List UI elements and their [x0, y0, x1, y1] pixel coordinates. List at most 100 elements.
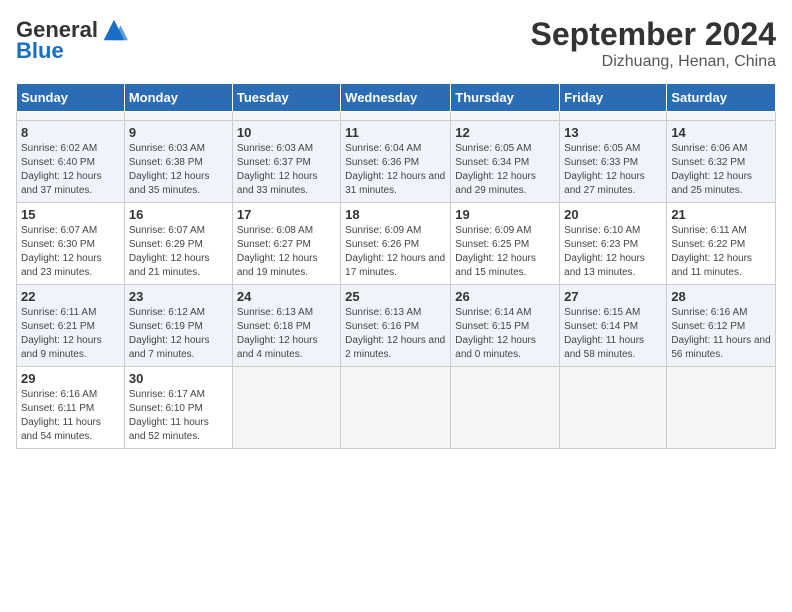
logo: General Blue — [16, 16, 128, 64]
calendar-cell: 22 Sunrise: 6:11 AM Sunset: 6:21 PM Dayl… — [17, 285, 125, 367]
cell-sunset: Sunset: 6:18 PM — [237, 321, 311, 332]
cell-daylight: Daylight: 12 hours and 21 minutes. — [129, 253, 210, 278]
cell-sunset: Sunset: 6:37 PM — [237, 157, 311, 168]
cell-daylight: Daylight: 12 hours and 19 minutes. — [237, 253, 318, 278]
calendar-cell — [451, 367, 560, 449]
calendar-cell — [560, 112, 667, 121]
day-header-friday: Friday — [560, 84, 667, 112]
cell-daylight: Daylight: 12 hours and 33 minutes. — [237, 171, 318, 196]
cell-day-number: 23 — [129, 289, 228, 304]
cell-sunset: Sunset: 6:32 PM — [671, 157, 745, 168]
cell-daylight: Daylight: 11 hours and 56 minutes. — [671, 335, 770, 360]
calendar-cell — [124, 112, 232, 121]
cell-sunrise: Sunrise: 6:04 AM — [345, 143, 421, 154]
page-subtitle: Dizhuang, Henan, China — [531, 53, 776, 71]
cell-daylight: Daylight: 12 hours and 25 minutes. — [671, 171, 752, 196]
calendar-cell: 23 Sunrise: 6:12 AM Sunset: 6:19 PM Dayl… — [124, 285, 232, 367]
calendar-cell: 25 Sunrise: 6:13 AM Sunset: 6:16 PM Dayl… — [341, 285, 451, 367]
day-header-wednesday: Wednesday — [341, 84, 451, 112]
calendar-table: SundayMondayTuesdayWednesdayThursdayFrid… — [16, 83, 776, 449]
cell-sunset: Sunset: 6:27 PM — [237, 239, 311, 250]
cell-day-number: 20 — [564, 207, 662, 222]
cell-sunrise: Sunrise: 6:17 AM — [129, 389, 205, 400]
calendar-cell — [667, 112, 776, 121]
cell-sunset: Sunset: 6:40 PM — [21, 157, 95, 168]
cell-sunrise: Sunrise: 6:16 AM — [21, 389, 97, 400]
calendar-week-row: 29 Sunrise: 6:16 AM Sunset: 6:11 PM Dayl… — [17, 367, 776, 449]
cell-sunset: Sunset: 6:12 PM — [671, 321, 745, 332]
cell-daylight: Daylight: 12 hours and 9 minutes. — [21, 335, 102, 360]
cell-daylight: Daylight: 11 hours and 58 minutes. — [564, 335, 644, 360]
cell-sunrise: Sunrise: 6:14 AM — [455, 307, 531, 318]
cell-sunset: Sunset: 6:23 PM — [564, 239, 638, 250]
cell-sunset: Sunset: 6:30 PM — [21, 239, 95, 250]
calendar-cell — [232, 367, 340, 449]
cell-day-number: 17 — [237, 207, 336, 222]
calendar-cell: 19 Sunrise: 6:09 AM Sunset: 6:25 PM Dayl… — [451, 203, 560, 285]
calendar-cell: 29 Sunrise: 6:16 AM Sunset: 6:11 PM Dayl… — [17, 367, 125, 449]
cell-sunrise: Sunrise: 6:16 AM — [671, 307, 747, 318]
calendar-week-row: 22 Sunrise: 6:11 AM Sunset: 6:21 PM Dayl… — [17, 285, 776, 367]
calendar-cell — [232, 112, 340, 121]
calendar-cell: 24 Sunrise: 6:13 AM Sunset: 6:18 PM Dayl… — [232, 285, 340, 367]
cell-sunrise: Sunrise: 6:13 AM — [345, 307, 421, 318]
calendar-week-row: 8 Sunrise: 6:02 AM Sunset: 6:40 PM Dayli… — [17, 121, 776, 203]
cell-sunset: Sunset: 6:38 PM — [129, 157, 203, 168]
cell-day-number: 25 — [345, 289, 446, 304]
calendar-cell: 21 Sunrise: 6:11 AM Sunset: 6:22 PM Dayl… — [667, 203, 776, 285]
cell-day-number: 12 — [455, 125, 555, 140]
calendar-week-row — [17, 112, 776, 121]
cell-sunrise: Sunrise: 6:09 AM — [345, 225, 421, 236]
cell-sunrise: Sunrise: 6:08 AM — [237, 225, 313, 236]
cell-day-number: 19 — [455, 207, 555, 222]
cell-sunrise: Sunrise: 6:03 AM — [129, 143, 205, 154]
cell-sunset: Sunset: 6:22 PM — [671, 239, 745, 250]
calendar-cell — [341, 367, 451, 449]
cell-daylight: Daylight: 12 hours and 31 minutes. — [345, 171, 445, 196]
cell-sunrise: Sunrise: 6:02 AM — [21, 143, 97, 154]
cell-sunset: Sunset: 6:25 PM — [455, 239, 529, 250]
cell-sunrise: Sunrise: 6:11 AM — [671, 225, 746, 236]
page-header: General Blue September 2024 Dizhuang, He… — [16, 16, 776, 71]
cell-day-number: 30 — [129, 371, 228, 386]
cell-day-number: 22 — [21, 289, 120, 304]
day-header-thursday: Thursday — [451, 84, 560, 112]
cell-daylight: Daylight: 11 hours and 52 minutes. — [129, 417, 209, 442]
calendar-week-row: 15 Sunrise: 6:07 AM Sunset: 6:30 PM Dayl… — [17, 203, 776, 285]
cell-sunrise: Sunrise: 6:15 AM — [564, 307, 640, 318]
cell-day-number: 24 — [237, 289, 336, 304]
cell-daylight: Daylight: 12 hours and 2 minutes. — [345, 335, 445, 360]
cell-daylight: Daylight: 12 hours and 4 minutes. — [237, 335, 318, 360]
calendar-cell: 20 Sunrise: 6:10 AM Sunset: 6:23 PM Dayl… — [560, 203, 667, 285]
cell-day-number: 18 — [345, 207, 446, 222]
logo-icon — [100, 16, 128, 44]
cell-day-number: 11 — [345, 125, 446, 140]
cell-sunset: Sunset: 6:19 PM — [129, 321, 203, 332]
cell-daylight: Daylight: 12 hours and 13 minutes. — [564, 253, 645, 278]
logo-blue-text: Blue — [16, 38, 64, 64]
cell-daylight: Daylight: 11 hours and 54 minutes. — [21, 417, 101, 442]
cell-daylight: Daylight: 12 hours and 11 minutes. — [671, 253, 752, 278]
cell-sunrise: Sunrise: 6:06 AM — [671, 143, 747, 154]
cell-daylight: Daylight: 12 hours and 35 minutes. — [129, 171, 210, 196]
cell-sunset: Sunset: 6:21 PM — [21, 321, 95, 332]
calendar-cell: 14 Sunrise: 6:06 AM Sunset: 6:32 PM Dayl… — [667, 121, 776, 203]
calendar-cell: 27 Sunrise: 6:15 AM Sunset: 6:14 PM Dayl… — [560, 285, 667, 367]
cell-day-number: 16 — [129, 207, 228, 222]
cell-day-number: 29 — [21, 371, 120, 386]
cell-sunset: Sunset: 6:33 PM — [564, 157, 638, 168]
calendar-cell: 12 Sunrise: 6:05 AM Sunset: 6:34 PM Dayl… — [451, 121, 560, 203]
cell-daylight: Daylight: 12 hours and 0 minutes. — [455, 335, 536, 360]
cell-daylight: Daylight: 12 hours and 23 minutes. — [21, 253, 102, 278]
day-header-monday: Monday — [124, 84, 232, 112]
cell-daylight: Daylight: 12 hours and 27 minutes. — [564, 171, 645, 196]
cell-day-number: 26 — [455, 289, 555, 304]
day-header-tuesday: Tuesday — [232, 84, 340, 112]
cell-sunset: Sunset: 6:11 PM — [21, 403, 94, 414]
cell-sunset: Sunset: 6:14 PM — [564, 321, 638, 332]
cell-day-number: 21 — [671, 207, 771, 222]
calendar-cell — [667, 367, 776, 449]
cell-sunset: Sunset: 6:15 PM — [455, 321, 529, 332]
calendar-cell: 30 Sunrise: 6:17 AM Sunset: 6:10 PM Dayl… — [124, 367, 232, 449]
calendar-cell: 9 Sunrise: 6:03 AM Sunset: 6:38 PM Dayli… — [124, 121, 232, 203]
